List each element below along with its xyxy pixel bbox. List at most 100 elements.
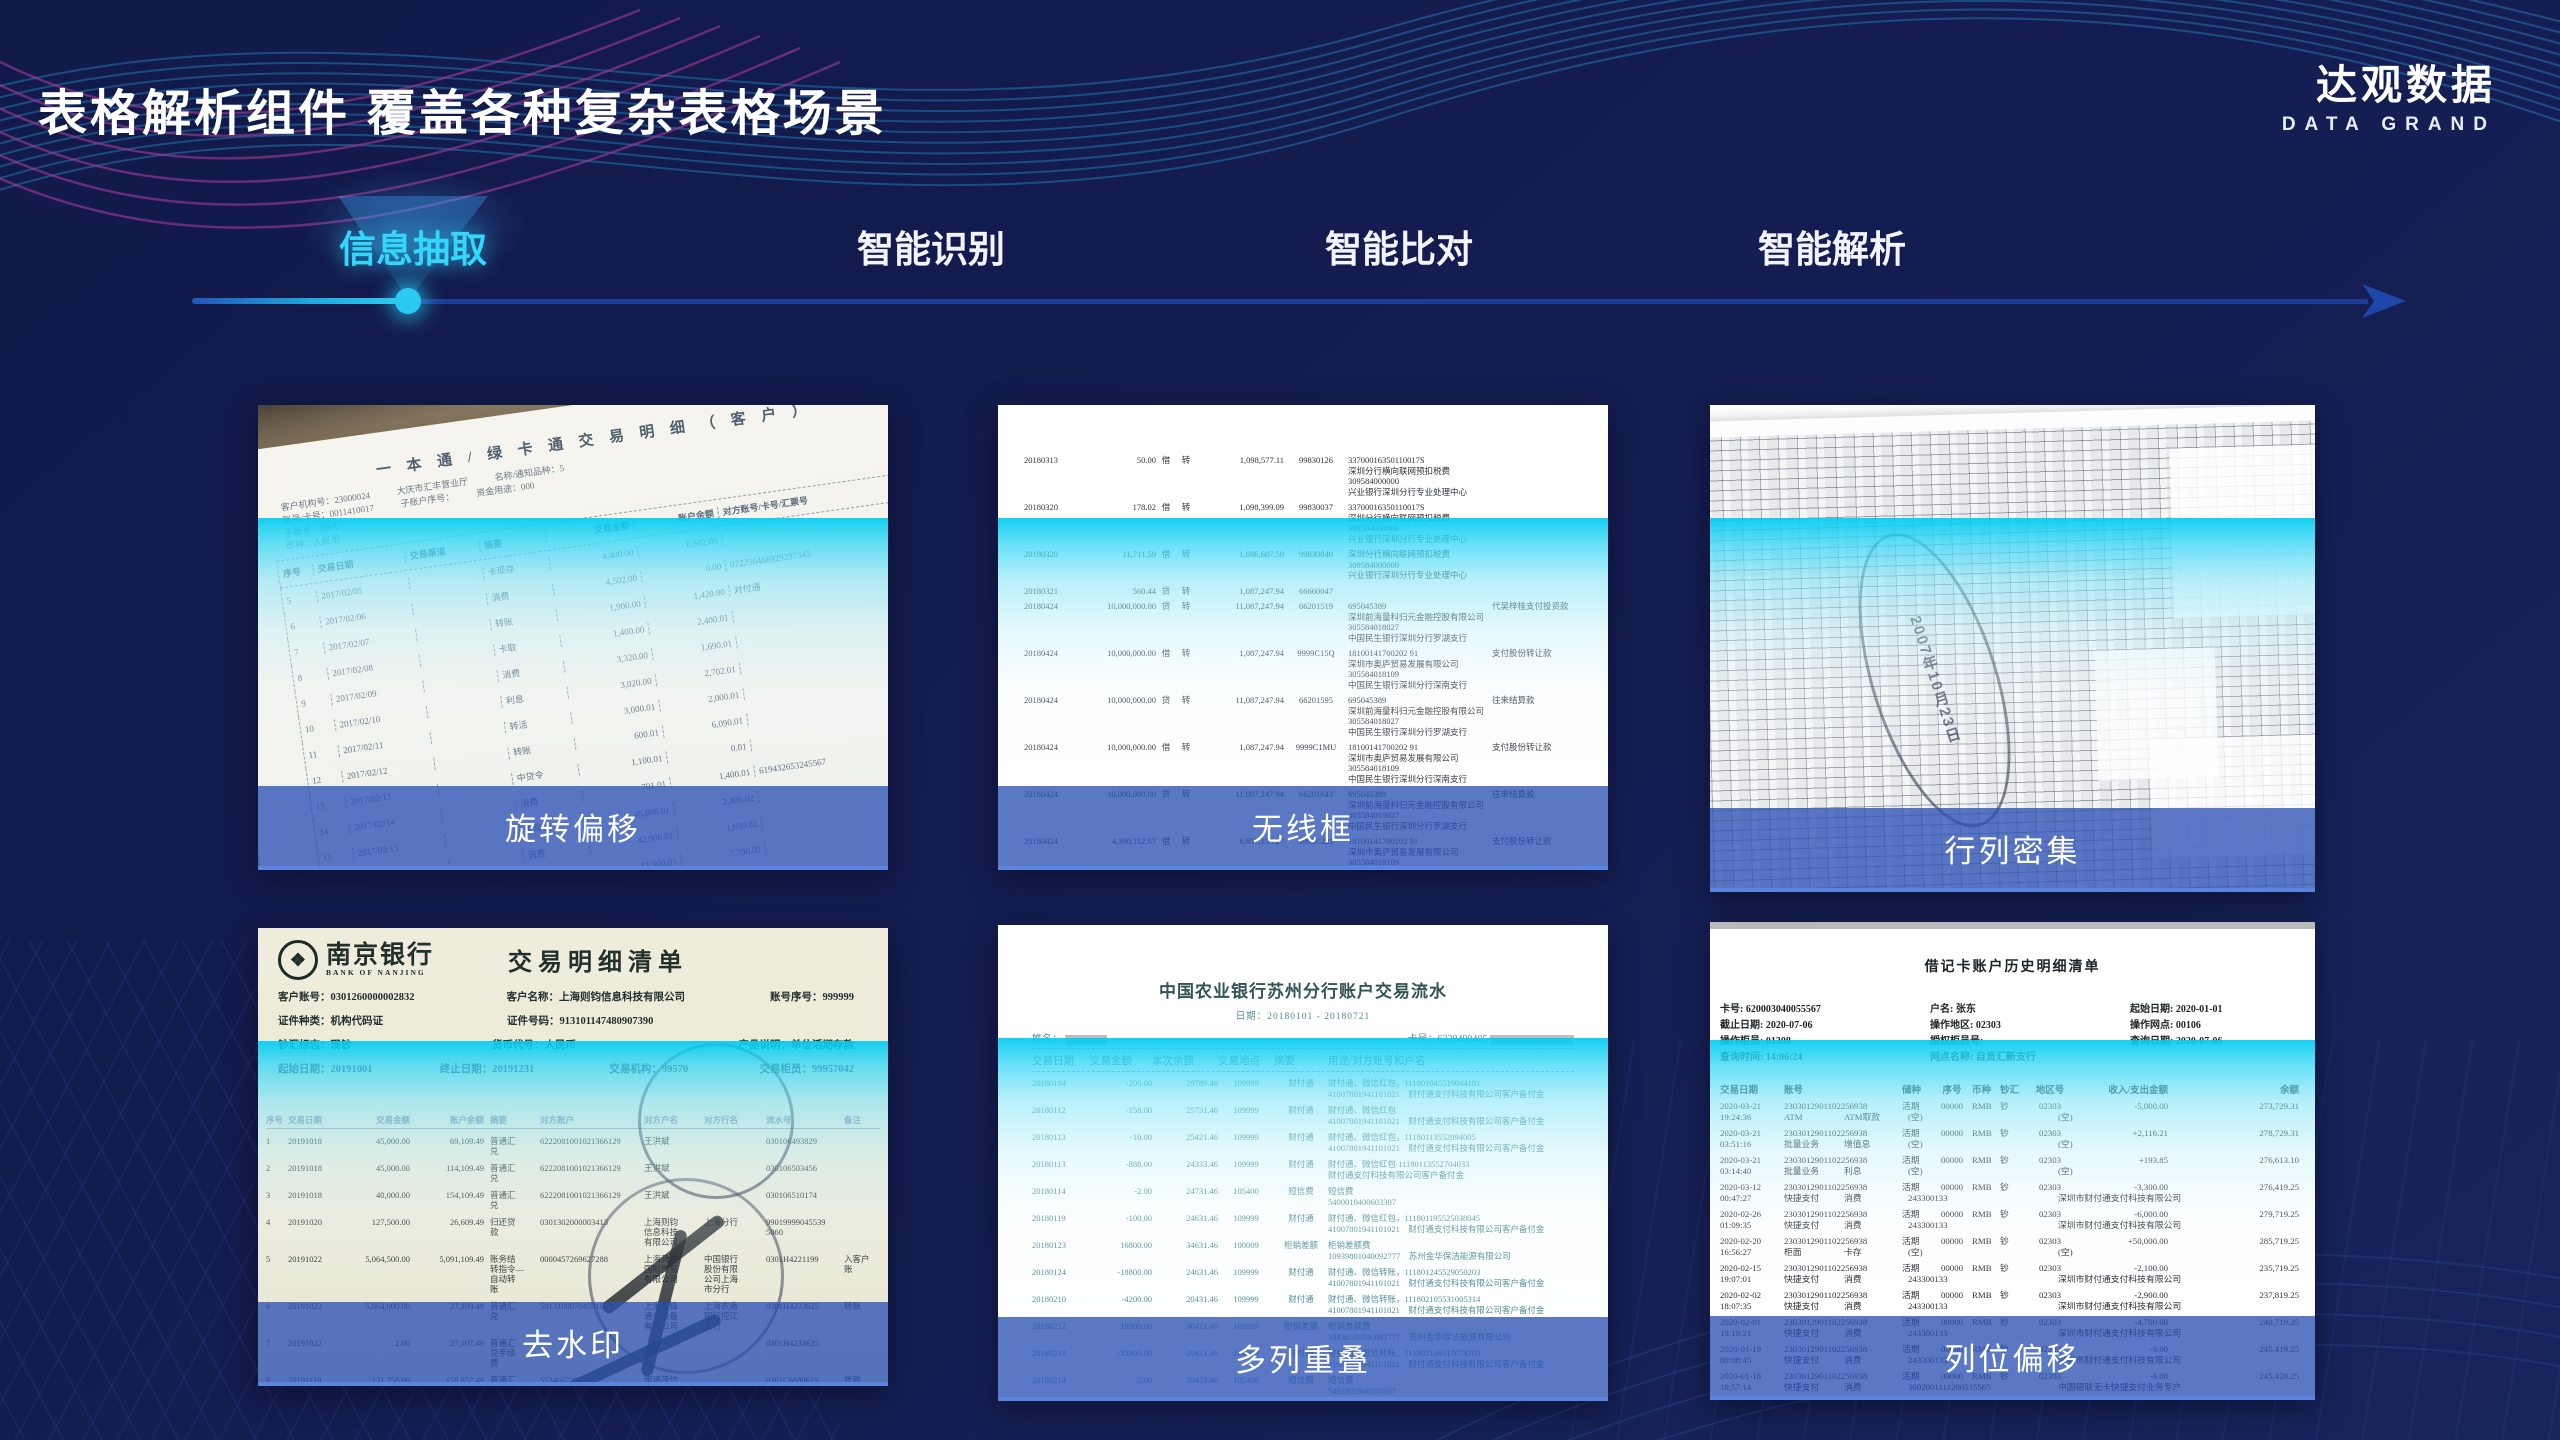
cell-debit-credit: 借	[1156, 742, 1176, 784]
col-header: 收入/支出金额	[2076, 1082, 2168, 1096]
cell	[420, 644, 496, 666]
col-header: 交易渠道	[405, 540, 481, 562]
cell-date: 2020-03-12	[1720, 1182, 1784, 1193]
slide: 表格解析组件 覆盖各种复杂表格场景 达观数据 DATA GRAND 信息抽取 智…	[0, 0, 2560, 1440]
cell-date: 20180424	[1024, 601, 1076, 643]
document-title: 借记卡账户历史明细清单	[1710, 956, 2315, 976]
cell-currency: RMB	[1972, 1263, 2000, 1274]
table-row: 20180424 10,000,000.00 贷 转 11,087,247.94…	[1024, 601, 1596, 643]
table-row: 2020-03-21 2303012901102256938 活期 00000 …	[1720, 1128, 2305, 1150]
cell-date: 2020-03-21	[1720, 1128, 1784, 1139]
cell-purpose: 财付通、微信转账，111802105531005314 410078019411…	[1328, 1294, 1574, 1315]
cell-region: 02303	[2024, 1155, 2076, 1166]
cell-type: 转	[1176, 742, 1196, 784]
timeline-arrow-icon	[2360, 284, 2408, 318]
cell-summary: 财付通	[1274, 1105, 1328, 1126]
cell-purpose: 财付通、微信红包，111801195525038045 410078019411…	[1328, 1213, 1574, 1234]
cell-summary: 消费	[1844, 1193, 1908, 1204]
cell-date: 20180112	[1032, 1105, 1090, 1126]
col-header: 交易地点	[1218, 1053, 1274, 1068]
col-header: 账户余额	[634, 507, 720, 531]
col-header: 摘要	[484, 1114, 536, 1126]
cell: 5	[266, 1254, 288, 1294]
cell-type: 转	[1176, 601, 1196, 643]
cell-note: 支付股份转让款	[1492, 742, 1596, 784]
cell-counterparty-account: (空)	[1908, 1139, 2058, 1150]
scene-card-column-overlap: 中国农业银行苏州分行账户交易流水 日期：20180101 - 20180721 …	[998, 925, 1608, 1401]
table-row: 20180124 -18800.00 24631.46 109999 财付通 财…	[1032, 1267, 1574, 1288]
row-line-2: 01:09:35 快捷支付 消费 243300133 深圳市财付通支付科技有限公…	[1720, 1220, 2305, 1231]
cell-counterparty-name: 深圳市财付通支付科技有限公司	[2058, 1301, 2305, 1312]
cell-amount: -200.00	[1090, 1078, 1152, 1099]
field: 客户账号：0301260000002832	[278, 986, 493, 1010]
cell-amount: -6,000.00	[2076, 1209, 2168, 1220]
cell-summary: 消费	[1844, 1220, 1908, 1231]
cell-debit-credit: 借	[1156, 549, 1176, 581]
cell: 归还贷 款	[484, 1217, 536, 1247]
table-row: 2020-02-02 2303012901102256938 活期 00000 …	[1720, 1290, 2305, 1312]
row-line-1: 2020-03-21 2303012901102256938 活期 00000 …	[1720, 1101, 2305, 1112]
scene-card-borderless: 20180313 50.00 借 转 1,098,577.11 99830126…	[998, 405, 1608, 870]
row-line-1: 2020-03-21 2303012901102256938 活期 00000 …	[1720, 1155, 2305, 1166]
cell-date: 2020-03-21	[1720, 1155, 1784, 1166]
table-header-row: 交易日期 账号 储种 序号 币种 钞汇 地区号 收入/支出金额 余额	[1720, 1082, 2305, 1096]
cell-balance: 1,087,247.94	[1196, 648, 1284, 690]
tab-intelligent-recognition[interactable]: 智能识别	[857, 219, 1005, 273]
cell-cash-flag: 钞	[2000, 1182, 2024, 1193]
cell-time: 00:47:27	[1720, 1193, 1784, 1204]
col-header: 账号	[1784, 1082, 1902, 1096]
cell-time: 18:07:35	[1720, 1301, 1784, 1312]
card-label: 卡号：6228490405	[1408, 1034, 1488, 1045]
page-title: 表格解析组件 覆盖各种复杂表格场景	[38, 74, 887, 145]
timeline-active-dot[interactable]	[395, 288, 421, 314]
cell: 中贷令	[512, 764, 580, 785]
cell: 入客户 账	[844, 1254, 880, 1294]
field-row: 客户账号：0301260000002832 客户名称：上海则钧信息科技有限公司 …	[278, 986, 868, 1010]
cell: 154,109.49	[410, 1190, 484, 1210]
cell-amount: 178.02	[1076, 502, 1156, 544]
cell: 卡现存	[483, 558, 551, 579]
cell-time: 03:51:16	[1720, 1139, 1784, 1150]
cell-type: 转	[1176, 455, 1196, 497]
cell-channel: 快捷支付	[1784, 1220, 1844, 1231]
cell-balance: 24631.46	[1152, 1213, 1218, 1234]
cell-cash-flag: 钞	[2000, 1263, 2024, 1274]
col-header: 地区号	[2024, 1082, 2076, 1096]
cell-serial: 9999C1MU	[1284, 742, 1348, 784]
cell-amount: 560.44	[1076, 586, 1156, 597]
cell-cash-flag: 钞	[2000, 1290, 2024, 1301]
cell-date: 2020-02-20	[1720, 1236, 1784, 1247]
cell-balance: 25421.46	[1152, 1132, 1218, 1153]
cell: 账务结 转指令— 自动转 账	[484, 1254, 536, 1294]
table-row: 2020-03-21 2303012901102256938 活期 00000 …	[1720, 1101, 2305, 1123]
timeline-progress-segment	[192, 298, 408, 304]
cell-amount: -2,100.00	[2076, 1263, 2168, 1274]
table-row: 5 20191022 5,064,500.00 5,091,109.49 账务结…	[266, 1254, 880, 1294]
cell-counterparty: 33700016350110017S 深圳分行横向联网预扣税费 30958400…	[1348, 455, 1492, 497]
cell-counterparty: 695045389 深圳前海量科归元金融控股有限公司 305584018027 …	[1348, 601, 1492, 643]
cell: 6	[286, 616, 322, 633]
cell: 普通汇 兑	[484, 1190, 536, 1210]
cell: 40,000.00	[344, 1190, 410, 1210]
cell: 转账	[490, 609, 558, 630]
cell: 6222081001021366129	[536, 1163, 644, 1183]
cell-date: 20180424	[1024, 742, 1076, 784]
cell-channel: 批量业务	[1784, 1139, 1844, 1150]
timeline-line	[407, 299, 2368, 304]
tab-intelligent-comparison[interactable]: 智能比对	[1325, 219, 1473, 273]
cell-region: 02303	[2024, 1236, 2076, 1247]
bank-header: ❖ 南京银行 BANK OF NANJING	[278, 940, 434, 980]
tab-intelligent-parsing[interactable]: 智能解析	[1758, 219, 1906, 273]
tab-information-extraction[interactable]: 信息抽取	[339, 219, 487, 273]
document-title: 中国农业银行苏州分行账户交易流水	[998, 977, 1608, 1002]
cell-seq: 00000	[1932, 1155, 1972, 1166]
cell-cash-flag: 钞	[2000, 1236, 2024, 1247]
cell-seq: 00000	[1932, 1128, 1972, 1139]
card-field: 卡号：6228490405	[1408, 1030, 1575, 1045]
cell-region: 02303	[2024, 1128, 2076, 1139]
cell-balance: 285,719.25	[2168, 1236, 2305, 1247]
cell-balance: 1,087,247.94	[1196, 742, 1284, 784]
cell-place: 109999	[1218, 1294, 1274, 1315]
cell-counterparty: 33700016350110017S 深圳分行横向联网预扣税费 30958400…	[1348, 502, 1492, 544]
col-header: 序号	[278, 564, 314, 581]
